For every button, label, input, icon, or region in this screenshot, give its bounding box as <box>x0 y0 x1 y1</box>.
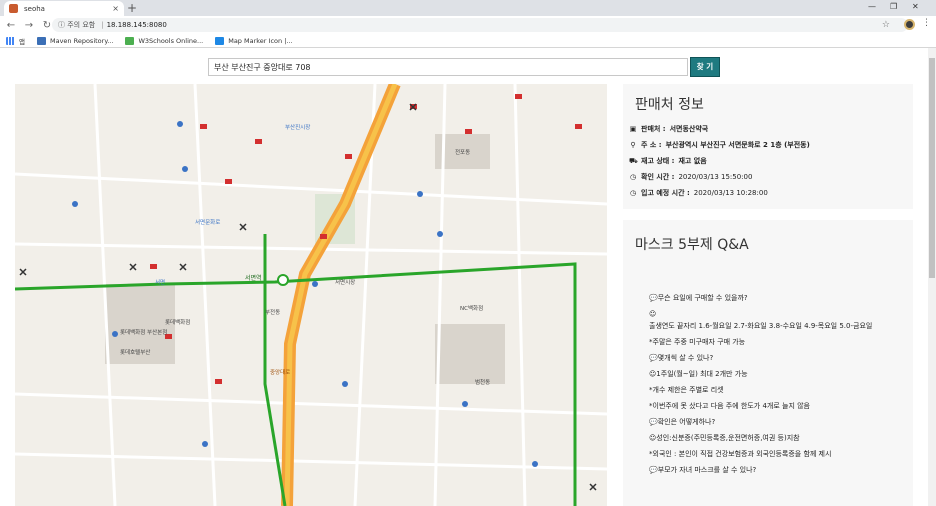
qa-answer: ☺ <box>649 310 657 318</box>
page-viewport: 찾 기 <box>0 48 928 506</box>
map-label: 서면시장 <box>335 278 355 286</box>
map-label: 범천동 <box>475 378 490 386</box>
map-label: 중앙대로 <box>270 368 290 376</box>
mask-qa-panel: 마스크 5부제 Q&A 💬무슨 요일에 구매할 수 있을까? ☺ 출생연도 끝자… <box>623 220 913 506</box>
bookmark-w3schools[interactable]: W3Schools Online... <box>125 36 204 45</box>
seller-panel-title: 판매처 정보 <box>635 97 704 113</box>
stock-status-row: ⛟ 재고 상태 : 재고 없음 <box>629 156 711 166</box>
address-search-input[interactable] <box>208 58 688 76</box>
qa-question: 💬몇개씩 살 수 있나? <box>649 354 714 362</box>
qa-answer: 출생연도 끝자리 1.6-월요일 2.7-화요일 3.8-수요일 4.9-목요일… <box>649 322 873 330</box>
map-canvas[interactable]: 서면역 롯데백화점 부산본점 서면문화로 롯데호텔부산 부산진시장 전포동 부전… <box>15 84 607 506</box>
browser-tab[interactable]: seoha × <box>4 1 124 16</box>
id-card-icon: ▣ <box>629 125 637 133</box>
minimize-icon[interactable]: — <box>868 2 876 11</box>
bookmark-label: 앱 <box>19 37 25 46</box>
map-label: 서면 <box>155 278 165 286</box>
bookmark-maven[interactable]: Maven Repository... <box>36 36 114 45</box>
qa-note: *개수 제한은 주별로 리셋 <box>649 386 724 394</box>
map-pin-icon: ⚲ <box>630 141 636 149</box>
row-value: 2020/03/13 10:28:00 <box>693 189 768 197</box>
row-label: 재고 상태 : <box>641 157 675 165</box>
site-favicon-icon <box>9 4 18 13</box>
qa-question: 💬부모가 자녀 마스크를 살 수 있나? <box>649 466 757 474</box>
bookmark-map-marker[interactable]: Map Marker Icon |... <box>215 36 293 45</box>
building-block <box>435 324 505 384</box>
map-label: 롯데백화점 <box>165 318 190 326</box>
window-close-icon[interactable]: ✕ <box>912 2 919 11</box>
browser-toolbar: ← → ↻ ⓘ 주의 요함 | 18.188.145:8080 ☆ <box>0 16 936 34</box>
row-value: 2020/03/13 15:50:00 <box>678 173 753 181</box>
address-bar[interactable]: ⓘ 주의 요함 | 18.188.145:8080 ☆ <box>52 18 908 32</box>
row-label: 주 소 : <box>641 141 662 149</box>
scrollbar-thumb[interactable] <box>929 58 935 278</box>
row-label: 입고 예정 시간 : <box>641 189 690 197</box>
map-label: 서면역 <box>245 274 262 282</box>
security-info[interactable]: ⓘ 주의 요함 <box>58 20 95 30</box>
station-marker <box>277 274 289 286</box>
bookmark-label: Maven Repository... <box>49 36 114 45</box>
row-value: 부산광역시 부산진구 서면문화로 2 1층 (부전동) <box>665 141 810 149</box>
qa-question: 💬무슨 요일에 구매할 수 있을까? <box>649 294 748 302</box>
qa-note: *외국인 : 본인이 직접 건강보험증과 외국인등록증을 함께 제시 <box>649 450 832 458</box>
qa-answer: ☺성인:신분증(주민등록증,운전면허증,여권 등)지참 <box>649 434 800 442</box>
clock-icon: ◷ <box>629 173 637 181</box>
row-value: 서면동산약국 <box>669 125 709 133</box>
truck-icon: ⛟ <box>629 156 638 165</box>
maven-icon <box>36 36 46 45</box>
restore-icon[interactable]: ❐ <box>890 2 897 11</box>
bookmark-apps[interactable]: 앱 <box>6 36 25 46</box>
map-label: 전포동 <box>455 148 470 156</box>
tab-strip: seoha × + — ❐ ✕ <box>0 0 936 16</box>
bookmark-star-icon[interactable]: ☆ <box>882 20 890 30</box>
qa-question: 💬확인은 어떻게하나? <box>649 418 716 426</box>
seller-name-row: ▣ 판매처 : 서면동산약국 <box>629 124 712 134</box>
new-tab-button[interactable]: + <box>127 1 137 15</box>
forward-icon[interactable]: → <box>22 20 36 31</box>
map-label: 롯데호텔부산 <box>120 348 150 356</box>
profile-avatar[interactable] <box>904 19 915 30</box>
map-view[interactable]: 서면역 롯데백화점 부산본점 서면문화로 롯데호텔부산 부산진시장 전포동 부전… <box>15 84 607 506</box>
qa-panel-title: 마스크 5부제 Q&A <box>635 237 749 253</box>
search-button[interactable]: 찾 기 <box>690 57 720 77</box>
menu-kebab-icon[interactable]: ⋮ <box>922 18 931 28</box>
bookmark-page-icon <box>215 36 225 45</box>
row-label: 판매처 : <box>641 125 666 133</box>
restock-time-row: ◷ 입고 예정 시간 : 2020/03/13 10:28:00 <box>629 188 768 198</box>
map-label: 롯데백화점 부산본점 <box>120 328 167 336</box>
tab-title: seoha <box>24 4 45 13</box>
qa-note: *이번주에 못 샀다고 다음 주에 한도가 4개로 늘지 않음 <box>649 402 810 410</box>
bookmarks-bar: 앱 Maven Repository... W3Schools Online..… <box>0 34 936 48</box>
seller-info-panel: 판매처 정보 ▣ 판매처 : 서면동산약국 ⚲ 주 소 : 부산광역시 부산진구… <box>623 84 913 209</box>
row-value: 재고 없음 <box>678 157 707 165</box>
seller-address-row: ⚲ 주 소 : 부산광역시 부산진구 서면문화로 2 1층 (부전동) <box>629 140 814 150</box>
w3schools-icon <box>125 36 135 45</box>
back-icon[interactable]: ← <box>4 20 18 31</box>
bookmark-label: Map Marker Icon |... <box>228 36 293 45</box>
qa-answer: ☺1주일(월~일) 최대 2개만 가능 <box>649 370 748 378</box>
row-label: 확인 시간 : <box>641 173 675 181</box>
map-label: 서면문화로 <box>195 218 220 226</box>
map-label: 부산진시장 <box>285 123 310 131</box>
qa-content: 💬무슨 요일에 구매할 수 있을까? ☺ 출생연도 끝자리 1.6-월요일 2.… <box>649 292 904 476</box>
map-label: NC백화점 <box>460 304 483 312</box>
checked-time-row: ◷ 확인 시간 : 2020/03/13 15:50:00 <box>629 172 753 182</box>
url-text: 18.188.145:8080 <box>106 21 167 29</box>
tab-close-icon[interactable]: × <box>112 4 119 13</box>
clock-icon: ◷ <box>629 189 637 197</box>
page-scrollbar[interactable] <box>928 48 936 506</box>
map-label: 부전동 <box>265 308 280 316</box>
apps-grid-icon <box>6 36 15 45</box>
bookmark-label: W3Schools Online... <box>138 36 204 45</box>
qa-note: *주말은 주중 미구매자 구매 가능 <box>649 338 746 346</box>
